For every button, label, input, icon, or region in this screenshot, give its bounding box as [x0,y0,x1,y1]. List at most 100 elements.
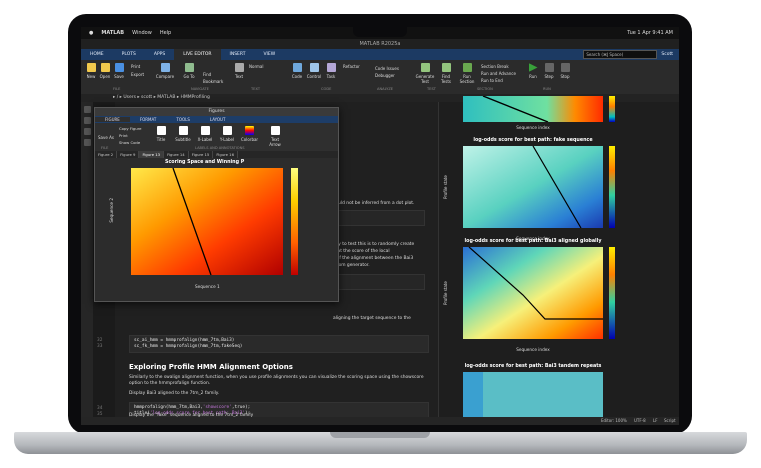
menu-app[interactable]: MATLAB [101,30,124,36]
save-as-button[interactable]: Save As [98,135,114,140]
doc-tab[interactable]: Figure 14 [164,151,189,158]
figures-icon[interactable] [83,139,91,146]
clock: Tue 1 Apr 9:41 AM [627,30,673,36]
user-name[interactable]: Scott [661,52,673,57]
normal-style-select[interactable]: Normal [249,64,263,69]
figure-canvas[interactable]: Scoring Space and Winning P Sequence 2 S… [95,158,338,301]
xlabel-tool[interactable]: X-Label [197,126,213,142]
figures-window[interactable]: Figures FIGURE FORMAT TOOLS LAYOUT Save … [94,107,339,302]
generate-test-button[interactable]: Generate Test [415,63,435,84]
text-fragment: could not be inferred from a dot plot. [333,201,415,206]
fig-tab-figure[interactable]: FIGURE [95,117,130,122]
copy-figure-button[interactable]: Copy Figure [119,126,141,131]
output-plot-2[interactable]: log-odds score for best path: Bai3 align… [443,239,615,352]
bookmark-button[interactable]: Bookmark [203,79,223,84]
status-eol: LF [653,418,658,423]
task-button[interactable]: Task [323,63,339,79]
doc-tab[interactable]: Figure 2 [95,151,118,158]
side-rail [81,102,93,417]
doc-tab[interactable]: Figure 15 [189,151,214,158]
folder-icon [100,63,110,72]
find-button[interactable]: Find [203,72,211,77]
files-icon[interactable] [83,106,91,113]
section-break-button[interactable]: Section Break [481,64,509,69]
output-plot-3[interactable]: log-odds score for best path: Bai3 tande… [463,364,603,417]
arrow-icon [270,126,280,135]
run-button[interactable]: Run [525,63,541,79]
control-button[interactable]: Control [305,63,323,79]
code-line: sc_fk_hmm = hmmprofalign(hmm_7tm,fakeSeq… [134,344,243,349]
section-label-code: CODE [321,87,332,91]
toolstrip-tabs: HOME PLOTS APPS LIVE EDITOR INSERT VIEW … [81,49,679,60]
generate-test-icon [420,63,430,72]
goto-button[interactable]: Go To [181,63,197,79]
text-arrow-tool[interactable]: Text Arrow [265,126,285,147]
text-button[interactable]: Text [231,63,247,79]
stop-button[interactable]: Stop [557,63,573,79]
tab-insert[interactable]: INSERT [221,49,255,60]
window-title: MATLAB R2025a [81,39,679,49]
status-zoom: Editor: 100% [601,418,627,423]
doc-tab-active[interactable]: Figure 13 [139,151,165,158]
code-button[interactable]: Code [289,63,305,79]
menu-window[interactable]: Window [132,30,152,36]
debugger-button[interactable]: Debugger [375,73,395,78]
output-plot-0[interactable]: Sequence index [463,95,615,130]
refactor-button[interactable]: Refactor [343,64,360,69]
compare-button[interactable]: Compare [155,63,175,79]
toolstrip: New Open Save Print Export Compare Go To… [81,60,679,95]
title-tool[interactable]: Title [153,126,169,142]
status-encoding: UTF-8 [634,418,646,423]
show-code-button[interactable]: Show Code [119,140,140,145]
fig-print-button[interactable]: Print [119,133,128,138]
workspace-icon[interactable] [83,117,91,124]
menu-help[interactable]: Help [160,30,171,36]
figure-plot-title: Scoring Space and Winning P [165,160,245,165]
colorbar [609,247,615,339]
ylabel-tool[interactable]: Y-Label [219,126,235,142]
fig-tab-layout[interactable]: LAYOUT [200,117,236,122]
figure-x-label: Sequence 1 [195,284,220,289]
doc-tab[interactable]: Figure 9 [117,151,140,158]
section-label-analyze: ANALYZE [377,87,394,91]
line-number: 32 [97,338,103,343]
run-advance-button[interactable]: Run and Advance [481,71,516,76]
screen: ● MATLAB Window Help Tue 1 Apr 9:41 AM M… [81,27,679,425]
colorbar [609,96,615,122]
x-axis-label: Sequence index [516,125,550,130]
find-tests-button[interactable]: Find Tests [437,63,455,84]
fig-tab-format[interactable]: FORMAT [130,117,167,122]
export-button[interactable]: Export [131,72,144,77]
save-button[interactable]: Save [111,63,127,79]
colorbar-icon [244,126,254,135]
tab-home[interactable]: HOME [81,49,113,60]
paragraph: Similarly to the swalign alignment funct… [129,375,424,386]
figures-window-title[interactable]: Figures [95,108,338,116]
fig-tab-tools[interactable]: TOOLS [166,117,200,122]
print-button[interactable]: Print [131,64,140,69]
run-to-end-button[interactable]: Run to End [481,78,503,83]
code-block[interactable]: sc_ai_hmm = hmmprofalign(hmm_7tm,Bai3) s… [129,335,429,353]
subtitle-tool[interactable]: Subtitle [175,126,191,142]
output-plot-1[interactable]: log-odds score for best path: fake seque… [443,138,615,241]
goto-icon [184,63,194,72]
colorbar-tool[interactable]: Colorbar [241,126,258,142]
tab-view[interactable]: VIEW [254,49,284,60]
output-pane[interactable]: Sequence index log-odds score for best p… [438,95,679,417]
text-fragment: aligning the target sequence to the [333,316,411,321]
search-input[interactable]: Search (⌘J Space) [583,50,658,59]
command-window-icon[interactable] [83,128,91,135]
code-icon [292,63,302,72]
x-axis-label: Sequence index [516,347,550,352]
tab-plots[interactable]: PLOTS [113,49,145,60]
tab-live-editor[interactable]: LIVE EDITOR [174,49,221,60]
step-button[interactable]: Step [541,63,557,79]
figure-toolstrip: Save As Copy Figure Print Show Code Titl… [95,123,338,151]
y-axis-label: Profile state [443,175,448,199]
doc-tab[interactable]: Figure 16 [213,151,238,158]
plot-title: log-odds score for best path: fake seque… [473,138,593,143]
code-issues-button[interactable]: Code Issues [375,66,399,71]
apple-icon[interactable]: ● [89,30,93,36]
tab-apps[interactable]: APPS [145,49,174,60]
run-section-button[interactable]: Run Section [457,63,477,84]
